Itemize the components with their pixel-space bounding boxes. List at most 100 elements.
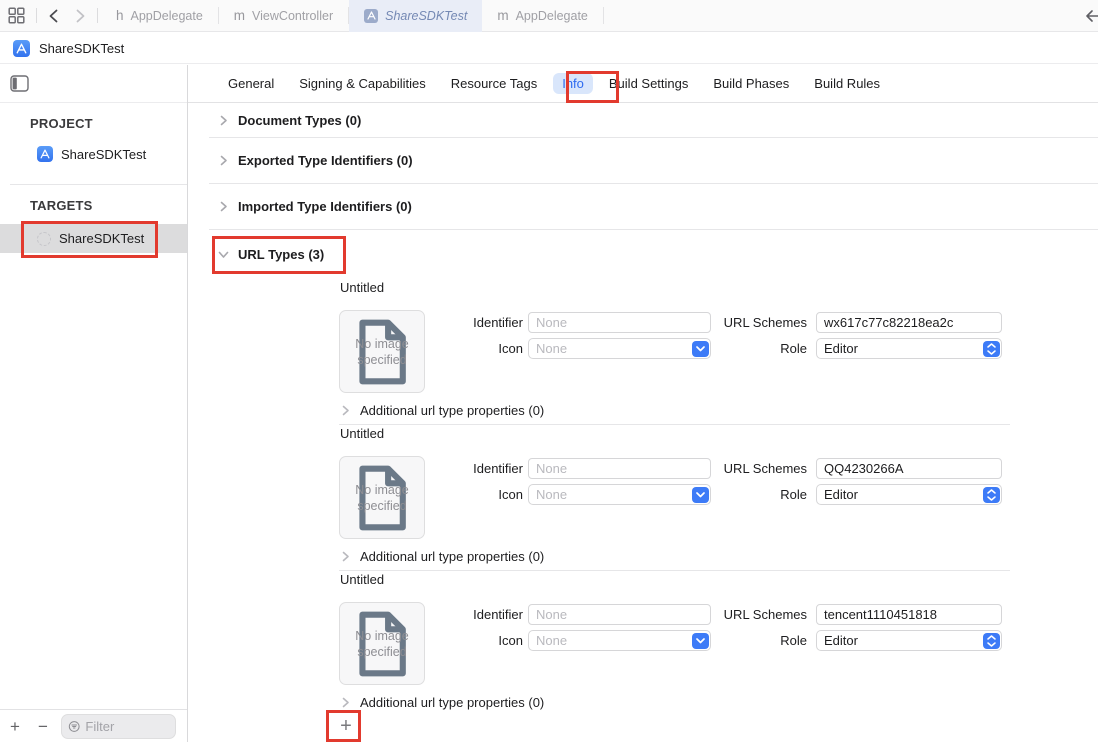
role-label: Role [683, 487, 807, 502]
url-type-entry: Untitled No image specified Identifier I… [188, 279, 1098, 425]
icon-dropdown-value: None [536, 487, 567, 502]
remove-target-button[interactable]: − [33, 718, 53, 735]
forward-button[interactable] [67, 9, 94, 23]
tab-build-phases[interactable]: Build Phases [713, 76, 789, 91]
document-tab-appdelegate-m[interactable]: m AppDelegate [482, 0, 603, 32]
icon-label: Icon [428, 487, 523, 502]
additional-properties-row[interactable]: Additional url type properties (0) [340, 695, 544, 710]
icon-label: Icon [428, 341, 523, 356]
identifier-label: Identifier [428, 315, 523, 330]
tab-separator [603, 7, 604, 24]
chevron-right-icon [340, 551, 351, 562]
target-placeholder-icon [37, 232, 51, 246]
section-title: Exported Type Identifiers (0) [238, 153, 413, 168]
implementation-file-icon: m [234, 8, 245, 23]
image-well[interactable]: No image specified [339, 602, 425, 685]
sidebar-item-target-selected[interactable]: ShareSDKTest [0, 224, 187, 253]
project-item-label: ShareSDKTest [61, 147, 146, 162]
project-app-icon [13, 40, 30, 57]
url-schemes-label: URL Schemes [683, 315, 807, 330]
filter-input[interactable] [85, 719, 169, 734]
url-schemes-input[interactable] [816, 458, 1002, 479]
target-item-label: ShareSDKTest [59, 231, 144, 246]
section-title: Document Types (0) [238, 113, 361, 128]
section-imported-type-identifiers[interactable]: Imported Type Identifiers (0) [209, 184, 1098, 230]
filter-icon [68, 719, 80, 734]
image-well[interactable]: No image specified [339, 310, 425, 393]
role-dropdown[interactable]: Editor [816, 630, 1002, 651]
chevron-right-icon [340, 697, 351, 708]
url-type-entry: Untitled No image specified Identifier I… [188, 425, 1098, 571]
section-exported-type-identifiers[interactable]: Exported Type Identifiers (0) [209, 138, 1098, 184]
back-button[interactable] [40, 9, 67, 23]
document-tab-sharesdktest-active[interactable]: ShareSDKTest [349, 0, 482, 32]
project-section-header: PROJECT [30, 116, 187, 131]
toolbar-separator [36, 8, 37, 23]
chevron-right-icon [340, 405, 351, 416]
tab-build-settings[interactable]: Build Settings [609, 76, 689, 91]
project-app-icon [364, 9, 378, 23]
role-label: Role [683, 633, 807, 648]
breadcrumb: ShareSDKTest [0, 33, 1098, 64]
document-tab-appdelegate-h[interactable]: h AppDelegate [101, 0, 218, 32]
document-tab-label: ViewController [252, 9, 333, 23]
stepper-icon [983, 633, 1000, 649]
add-url-type-button[interactable]: + [330, 712, 362, 740]
role-label: Role [683, 341, 807, 356]
tab-general[interactable]: General [228, 76, 274, 91]
tab-build-rules[interactable]: Build Rules [814, 76, 880, 91]
identifier-label: Identifier [428, 461, 523, 476]
add-target-button[interactable]: + [5, 718, 25, 735]
section-document-types[interactable]: Document Types (0) [209, 104, 1098, 138]
icon-label: Icon [428, 633, 523, 648]
tab-resource-tags[interactable]: Resource Tags [451, 76, 537, 91]
editor-area: General Signing & Capabilities Resource … [188, 65, 1098, 742]
related-items-arrow-icon[interactable] [1085, 8, 1098, 24]
project-editor-tabs: General Signing & Capabilities Resource … [188, 65, 1098, 103]
role-dropdown-value: Editor [824, 341, 858, 356]
project-settings-sidebar: PROJECT ShareSDKTest TARGETS ShareSDKTes… [0, 65, 188, 742]
identifier-label: Identifier [428, 607, 523, 622]
xcode-window: h AppDelegate m ViewController ShareSDKT… [0, 0, 1098, 742]
section-url-types[interactable]: URL Types (3) [209, 230, 1098, 279]
url-schemes-label: URL Schemes [683, 607, 807, 622]
role-dropdown[interactable]: Editor [816, 338, 1002, 359]
image-well[interactable]: No image specified [339, 456, 425, 539]
additional-properties-label: Additional url type properties (0) [360, 403, 544, 418]
url-schemes-input[interactable] [816, 604, 1002, 625]
icon-dropdown-value: None [536, 341, 567, 356]
tab-overview-icon[interactable] [0, 7, 33, 24]
filter-field[interactable] [61, 714, 176, 739]
tab-signing-capabilities[interactable]: Signing & Capabilities [299, 76, 425, 91]
targets-section-header: TARGETS [30, 198, 187, 213]
document-tab-label: AppDelegate [131, 9, 203, 23]
additional-properties-row[interactable]: Additional url type properties (0) [340, 549, 544, 564]
implementation-file-icon: m [497, 8, 508, 23]
document-tab-label: ShareSDKTest [385, 9, 467, 23]
additional-properties-row[interactable]: Additional url type properties (0) [340, 403, 544, 418]
url-type-name: Untitled [340, 426, 384, 441]
tab-info-selected[interactable]: Info [553, 73, 593, 94]
role-dropdown[interactable]: Editor [816, 484, 1002, 505]
no-image-label: No image specified [350, 336, 414, 368]
stepper-icon [983, 341, 1000, 357]
stepper-icon [983, 487, 1000, 503]
chevron-right-icon [218, 155, 229, 166]
hide-sidebar-icon[interactable] [6, 75, 33, 92]
header-file-icon: h [116, 8, 124, 23]
document-tab-label: AppDelegate [516, 9, 588, 23]
icon-dropdown-value: None [536, 633, 567, 648]
url-schemes-input[interactable] [816, 312, 1002, 333]
sidebar-divider [10, 184, 187, 185]
url-type-name: Untitled [340, 572, 384, 587]
document-tab-viewcontroller[interactable]: m ViewController [219, 0, 348, 32]
toolbar-separator [97, 8, 98, 23]
info-pane: Document Types (0) Exported Type Identif… [188, 104, 1098, 742]
project-app-icon [37, 146, 53, 162]
role-dropdown-value: Editor [824, 633, 858, 648]
breadcrumb-project-title[interactable]: ShareSDKTest [39, 41, 124, 56]
additional-properties-label: Additional url type properties (0) [360, 549, 544, 564]
additional-properties-label: Additional url type properties (0) [360, 695, 544, 710]
tab-bar: h AppDelegate m ViewController ShareSDKT… [0, 0, 1098, 32]
sidebar-item-project[interactable]: ShareSDKTest [0, 139, 187, 169]
